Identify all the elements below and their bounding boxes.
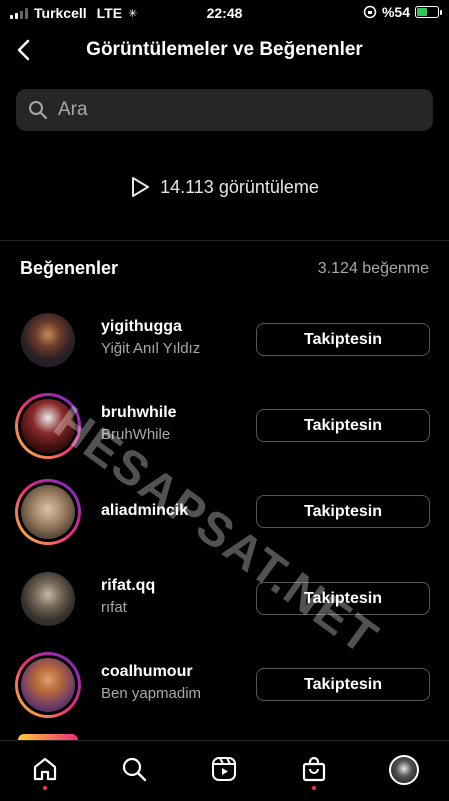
reels-icon: [212, 757, 236, 781]
avatar[interactable]: [15, 566, 81, 632]
tab-reels[interactable]: [204, 755, 244, 789]
following-button[interactable]: Takiptesin: [256, 323, 430, 356]
tab-profile[interactable]: [384, 755, 424, 789]
rotation-lock-icon: [363, 5, 377, 19]
tab-shop[interactable]: [294, 755, 334, 790]
user-info: coalhumour Ben yapmadim: [101, 663, 241, 702]
battery-label: %54: [381, 4, 410, 20]
views-count: 14.113 görüntüleme: [160, 176, 319, 197]
following-button[interactable]: Takiptesin: [256, 668, 430, 701]
divider: [0, 240, 449, 241]
username[interactable]: rifat.qq: [101, 577, 241, 595]
home-icon: [33, 757, 57, 781]
search-input[interactable]: [56, 98, 420, 122]
user-row[interactable]: bruhwhile BruhWhile Takiptesin: [0, 392, 449, 462]
user-row[interactable]: aliadmincik Takiptesin: [0, 478, 449, 548]
status-bar: Turkcell LTE ✳ 22:48 %54: [0, 0, 449, 26]
likes-header: Beğenenler 3.124 beğenme: [20, 258, 429, 279]
username[interactable]: coalhumour: [101, 663, 241, 681]
status-right: %54: [363, 4, 442, 20]
user-row[interactable]: rifat.qq rıfat Takiptesin: [0, 565, 449, 635]
user-info: aliadmincik: [101, 502, 241, 520]
full-name: BruhWhile: [101, 426, 171, 443]
shop-icon: [302, 756, 326, 782]
search-icon: [122, 757, 147, 782]
notification-dot: [312, 786, 316, 790]
views-summary: 14.113 görüntüleme: [0, 176, 449, 198]
profile-avatar: [389, 755, 419, 785]
following-button[interactable]: Takiptesin: [256, 495, 430, 528]
user-row[interactable]: coalhumour Ben yapmadim Takiptesin: [0, 651, 449, 721]
tab-bar: [0, 740, 449, 801]
following-button[interactable]: Takiptesin: [256, 582, 430, 615]
header: Görüntülemeler ve Beğenenler: [0, 30, 449, 70]
search-icon: [29, 101, 48, 120]
username[interactable]: aliadmincik: [101, 502, 241, 520]
avatar[interactable]: [15, 479, 81, 545]
avatar[interactable]: [15, 307, 81, 373]
battery-icon: [415, 6, 442, 18]
username[interactable]: bruhwhile: [101, 404, 241, 422]
likes-count: 3.124 beğenme: [317, 259, 429, 277]
following-button[interactable]: Takiptesin: [256, 409, 430, 442]
user-info: yigithugga Yiğit Anıl Yıldız: [101, 318, 241, 357]
avatar[interactable]: [15, 652, 81, 718]
user-info: bruhwhile BruhWhile: [101, 404, 241, 443]
play-icon: [132, 177, 150, 197]
search-bar[interactable]: [16, 89, 433, 131]
tab-home[interactable]: [25, 755, 65, 790]
username[interactable]: yigithugga: [101, 318, 241, 336]
full-name: Ben yapmadim: [101, 685, 202, 702]
full-name: rıfat: [101, 599, 127, 616]
page-title: Görüntülemeler ve Beğenenler: [86, 39, 363, 60]
tab-search[interactable]: [114, 755, 154, 789]
likes-title: Beğenenler: [20, 258, 119, 278]
user-row[interactable]: yigithugga Yiğit Anıl Yıldız Takiptesin: [0, 306, 449, 376]
user-info: rifat.qq rıfat: [101, 577, 241, 616]
full-name: Yiğit Anıl Yıldız: [101, 340, 201, 357]
notification-dot: [43, 786, 47, 790]
avatar[interactable]: [15, 393, 81, 459]
